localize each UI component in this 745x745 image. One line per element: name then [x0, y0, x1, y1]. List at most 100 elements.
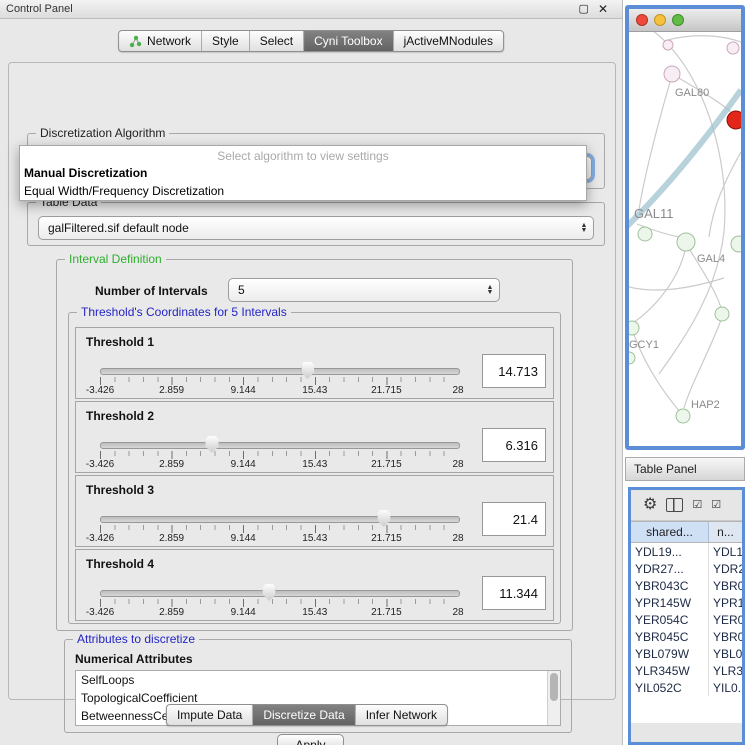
- cell[interactable]: YLR345W: [631, 662, 709, 679]
- slider-ticks: [100, 451, 458, 459]
- cell[interactable]: YBL0...: [709, 645, 742, 662]
- threshold-1-panel: Threshold 1 -3.426 2.859 9.144 15.43 21.…: [75, 327, 554, 399]
- cell[interactable]: YBR043C: [631, 577, 709, 594]
- scale-tick-label: 9.144: [231, 385, 256, 396]
- scale-tick-label: -3.426: [86, 385, 114, 396]
- network-window-titlebar[interactable]: [629, 9, 741, 32]
- threshold-3-value-field[interactable]: 21.4: [482, 502, 546, 536]
- table-row[interactable]: YDL19... YDL1...: [631, 543, 742, 560]
- cell[interactable]: YIL052C: [631, 679, 709, 696]
- interval-definition-group: Interval Definition Number of Intervals …: [56, 259, 573, 631]
- tab-impute-data[interactable]: Impute Data: [167, 705, 252, 725]
- cell[interactable]: YBR045C: [631, 628, 709, 645]
- cell[interactable]: YBL079W: [631, 645, 709, 662]
- number-of-intervals-value: 5: [229, 283, 481, 297]
- tab-label: jActiveMNodules: [404, 34, 493, 48]
- cell[interactable]: YIL0...: [709, 679, 742, 696]
- threshold-label: Threshold 4: [86, 557, 154, 571]
- number-of-intervals-select[interactable]: 5 ▲▼: [228, 278, 500, 302]
- checkbox-icon[interactable]: ☑: [711, 499, 721, 511]
- close-button[interactable]: [636, 14, 648, 26]
- columns-icon[interactable]: [666, 498, 683, 512]
- select-all-checkbox-icon[interactable]: ☑: [692, 499, 702, 511]
- threshold-4-value-field[interactable]: 11.344: [482, 576, 546, 610]
- scale-tick-label: 15.43: [302, 607, 327, 618]
- tab-label: Select: [260, 34, 293, 48]
- table-row[interactable]: YLR345W YLR3...: [631, 662, 742, 679]
- apply-button[interactable]: Apply: [277, 734, 344, 745]
- threshold-4-slider[interactable]: [100, 590, 460, 597]
- table-panel-header[interactable]: Table Panel: [625, 457, 745, 481]
- cell[interactable]: YER054C: [631, 611, 709, 628]
- threshold-3-slider[interactable]: [100, 516, 460, 523]
- tab-style[interactable]: Style: [201, 31, 249, 51]
- tab-cyni-toolbox[interactable]: Cyni Toolbox: [303, 31, 392, 51]
- threshold-4-panel: Threshold 4 -3.426 2.859 9.144 15.43 21.…: [75, 549, 554, 621]
- selected-node-red[interactable]: [727, 111, 741, 129]
- scale-tick-label: 2.859: [159, 385, 184, 396]
- threshold-1-slider[interactable]: [100, 368, 460, 375]
- list-scrollbar[interactable]: [547, 671, 560, 725]
- table-row[interactable]: YDR27... YDR2...: [631, 560, 742, 577]
- cell[interactable]: YER0...: [709, 611, 742, 628]
- scale-tick-label: 2.859: [159, 533, 184, 544]
- float-window-icon[interactable]: ▢: [579, 1, 589, 17]
- list-item[interactable]: SelfLoops: [76, 671, 560, 689]
- dropdown-hint: Select algorithm to view settings: [20, 146, 586, 164]
- close-icon[interactable]: ✕: [598, 1, 608, 17]
- table-data-select[interactable]: galFiltered.sif default node ▲▼: [38, 216, 594, 240]
- tab-label: Infer Network: [366, 708, 437, 722]
- table-panel-window: ⚙ ☑ ☑ shared... n... YDL19... YDL1... YD…: [628, 487, 745, 745]
- tab-network[interactable]: Network: [119, 31, 201, 51]
- slider-ticks: [100, 599, 458, 607]
- cell[interactable]: YDR27...: [631, 560, 709, 577]
- threshold-2-value-field[interactable]: 6.316: [482, 428, 546, 462]
- threshold-2-slider[interactable]: [100, 442, 460, 449]
- cell[interactable]: YDL19...: [631, 543, 709, 560]
- threshold-1-value-field[interactable]: 14.713: [482, 354, 546, 388]
- cell[interactable]: YDR2...: [709, 560, 742, 577]
- zoom-button[interactable]: [672, 14, 684, 26]
- table-row[interactable]: YBR043C YBR0...: [631, 577, 742, 594]
- table-data-group: Table Data galFiltered.sif default node …: [27, 202, 605, 246]
- column-header-shared-name[interactable]: shared...: [631, 522, 709, 542]
- table-row[interactable]: YBL079W YBL0...: [631, 645, 742, 662]
- gear-icon[interactable]: ⚙: [643, 497, 657, 513]
- network-node-labels: GAL80 GAL11 GAL4 GCY1 HAP2: [629, 87, 725, 411]
- slider-scale: -3.426 2.859 9.144 15.43 21.715 28: [100, 385, 458, 397]
- network-view-window: GAL80 GAL11 GAL4 GCY1 HAP2: [625, 5, 745, 450]
- network-canvas[interactable]: GAL80 GAL11 GAL4 GCY1 HAP2: [629, 32, 741, 450]
- threshold-coordinates-group: Threshold's Coordinates for 5 Intervals …: [68, 312, 561, 624]
- bottom-tab-bar: Impute Data Discretize Data Infer Networ…: [166, 704, 448, 726]
- threshold-label: Threshold 3: [86, 483, 154, 497]
- control-panel-window: Control Panel ▢ ✕ Network Style Select C…: [0, 0, 623, 745]
- scale-tick-label: 2.859: [159, 459, 184, 470]
- table-row[interactable]: YIL052C YIL0...: [631, 679, 742, 696]
- scrollbar-thumb[interactable]: [550, 673, 558, 701]
- cell[interactable]: YPR1...: [709, 594, 742, 611]
- control-panel-titlebar[interactable]: Control Panel ▢ ✕: [0, 0, 622, 19]
- algorithm-dropdown-popup: Select algorithm to view settings Manual…: [19, 145, 587, 201]
- dropdown-option-manual[interactable]: Manual Discretization: [20, 164, 586, 182]
- table-row[interactable]: YPR145W YPR1...: [631, 594, 742, 611]
- tab-select[interactable]: Select: [249, 31, 303, 51]
- cell[interactable]: YLR3...: [709, 662, 742, 679]
- scale-tick-label: 21.715: [371, 607, 402, 618]
- table-row[interactable]: YER054C YER0...: [631, 611, 742, 628]
- minimize-button[interactable]: [654, 14, 666, 26]
- table-row[interactable]: YBR045C YBR0...: [631, 628, 742, 645]
- cyni-toolbox-panel: Discretization Algorithm ▲▼ Select algor…: [8, 62, 616, 700]
- dropdown-option-equal-width[interactable]: Equal Width/Frequency Discretization: [20, 182, 586, 200]
- cell[interactable]: YPR145W: [631, 594, 709, 611]
- stepper-icon: ▲▼: [575, 223, 593, 233]
- tab-discretize-data[interactable]: Discretize Data: [252, 705, 354, 725]
- tab-infer-network[interactable]: Infer Network: [355, 705, 447, 725]
- node-label: GAL4: [697, 253, 725, 265]
- cell[interactable]: YBR0...: [709, 577, 742, 594]
- tab-jactivemnodules[interactable]: jActiveMNodules: [393, 31, 503, 51]
- column-header-name[interactable]: n...: [709, 522, 742, 542]
- cell[interactable]: YDL1...: [709, 543, 742, 560]
- scale-tick-label: -3.426: [86, 533, 114, 544]
- tab-label: Cyni Toolbox: [314, 34, 382, 48]
- cell[interactable]: YBR0...: [709, 628, 742, 645]
